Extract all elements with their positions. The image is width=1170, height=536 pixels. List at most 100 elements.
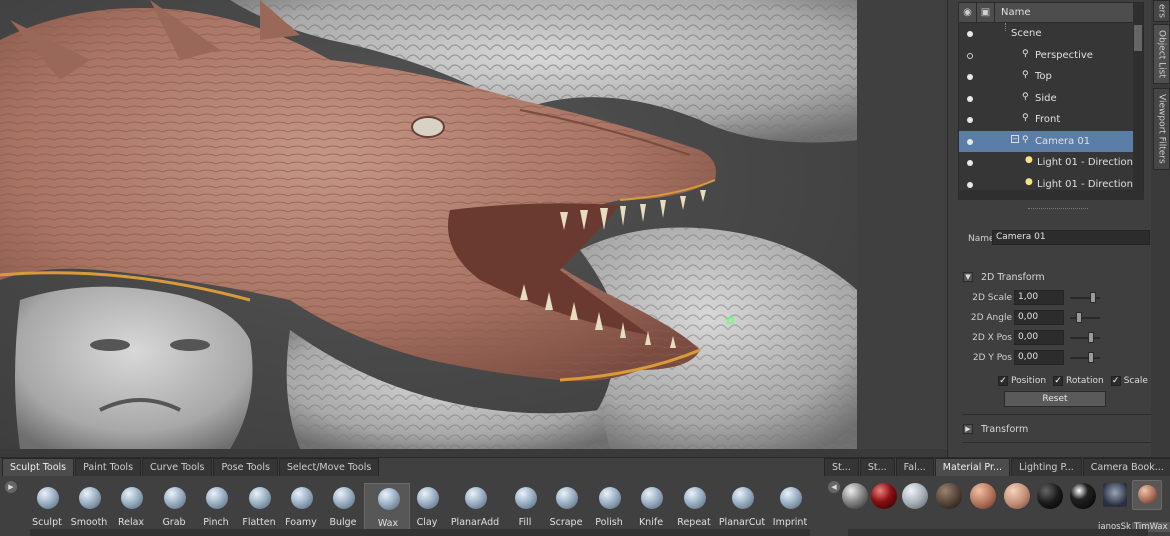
material-swatch-selected[interactable] [1132, 480, 1162, 510]
shelf-scroll-icon[interactable]: ▶ [5, 481, 17, 493]
panel-splitter[interactable] [1028, 208, 1088, 211]
slider-knob[interactable] [1088, 352, 1094, 363]
planaradd-icon [465, 487, 487, 509]
material-scrollbar[interactable] [848, 529, 1148, 536]
slider[interactable] [1070, 357, 1100, 359]
material-swatch[interactable] [902, 483, 928, 509]
rotation-checkbox[interactable]: ✓ Rotation [1053, 376, 1104, 386]
tool-planaradd[interactable]: PlanarAdd [451, 483, 499, 531]
expand-arrow-icon[interactable]: ▶ [963, 424, 973, 434]
slider-knob[interactable] [1088, 332, 1094, 343]
outliner-row-light-01[interactable]: ● Light 01 - Directional [959, 152, 1143, 174]
tab-falloff[interactable]: Fal... [895, 458, 934, 476]
slider[interactable] [1070, 317, 1100, 319]
smooth-icon [79, 487, 101, 509]
3d-viewport[interactable]: LEFT [0, 0, 857, 449]
material-swatch[interactable] [871, 483, 897, 509]
position-checkbox[interactable]: ✓ Position [998, 376, 1046, 386]
reset-button[interactable]: Reset [1004, 391, 1106, 407]
value-field[interactable]: 0,00 [1014, 330, 1064, 345]
fill-icon [515, 487, 537, 509]
eye-icon[interactable]: ◉ [959, 3, 977, 23]
camera-icon: ⚲ [1022, 134, 1029, 145]
check-icon[interactable]: ✓ [998, 376, 1008, 386]
outliner-row-front[interactable]: ⚲ Front [959, 109, 1143, 131]
visibility-dot[interactable] [967, 117, 973, 123]
name-field[interactable]: Camera 01 [992, 230, 1150, 245]
tab-st-1[interactable]: St... [824, 458, 859, 476]
material-swatch[interactable] [1070, 483, 1096, 509]
transform-checkboxes: ✓ Position ✓ Rotation ✓ Scale [998, 373, 1168, 389]
sculpt-render [0, 0, 857, 449]
slider-knob[interactable] [1076, 312, 1082, 323]
outliner-hscrollbar[interactable] [958, 190, 1144, 200]
tool-repeat[interactable]: Repeat [671, 483, 717, 531]
tab-camera-bookmarks[interactable]: Camera Book... [1082, 458, 1170, 476]
material-swatch[interactable] [970, 483, 996, 509]
viewport-edge [857, 0, 947, 449]
tab-object-list[interactable]: Object List [1153, 24, 1170, 84]
outliner-row-camera-01[interactable]: − ⚲ Camera 01 [959, 130, 1143, 152]
tab-paint-tools[interactable]: Paint Tools [75, 458, 142, 476]
slider[interactable] [1070, 337, 1100, 339]
shelf-scrollbar[interactable] [30, 529, 810, 536]
planarcut-icon [732, 487, 754, 509]
tool-clay[interactable]: Clay [404, 483, 450, 531]
tab-sculpt-tools[interactable]: Sculpt Tools [2, 458, 75, 476]
material-swatch[interactable] [1103, 483, 1127, 507]
outliner-row-top[interactable]: ⚲ Top [959, 66, 1143, 88]
visibility-dot[interactable] [967, 74, 973, 80]
tab-layers-partial[interactable]: ers [1153, 0, 1170, 22]
right-panel: ◉ ▣ Name Scene ⚲ Perspective ⚲ Top ⚲ Sid… [947, 0, 1170, 457]
wax-icon [378, 488, 400, 510]
tab-lighting-presets[interactable]: Lighting P... [1011, 458, 1082, 476]
clay-icon [417, 487, 439, 509]
imprint-icon [780, 487, 802, 509]
tab-st-2[interactable]: St... [859, 458, 895, 476]
slider-knob[interactable] [1090, 292, 1096, 303]
material-shelf: St... St... Fal... Material Pr... Lighti… [818, 457, 1170, 536]
tab-material-presets[interactable]: Material Pr... [934, 458, 1011, 476]
scale-checkbox[interactable]: ✓ Scale [1110, 376, 1148, 386]
check-icon[interactable]: ✓ [1110, 376, 1121, 386]
value-field[interactable]: 1,00 [1014, 290, 1064, 305]
section-2d-transform[interactable]: ▼ 2D Transform [963, 268, 1155, 286]
visibility-dot[interactable] [967, 95, 973, 102]
tab-select-move-tools[interactable]: Select/Move Tools [278, 458, 380, 476]
visibility-dot[interactable] [967, 160, 973, 166]
prop-2d-y-pos: 2D Y Pos 0,00 [958, 350, 1158, 368]
tool-planarcut[interactable]: PlanarCut [719, 483, 765, 531]
outliner-scrollbar[interactable] [1133, 3, 1143, 199]
section-transform[interactable]: ▶ Transform [963, 420, 1155, 438]
tool-imprint[interactable]: Imprint [767, 483, 813, 531]
material-swatch[interactable] [842, 483, 868, 509]
sculpt-icon [37, 487, 59, 509]
prop-2d-angle: 2D Angle 0,00 [958, 310, 1158, 328]
outliner-row-side[interactable]: ⚲ Side [959, 88, 1143, 110]
material-scroll-icon[interactable]: ◀ [828, 481, 840, 493]
visibility-dot[interactable] [967, 138, 973, 145]
visibility-dot[interactable] [967, 52, 973, 59]
material-swatch[interactable] [1004, 483, 1030, 509]
visibility-dot[interactable] [967, 181, 973, 188]
tab-viewport-filters[interactable]: Viewport Filters [1153, 88, 1170, 170]
outliner-row-scene[interactable]: Scene [959, 23, 1143, 45]
outliner-name-column[interactable]: Name [995, 7, 1031, 18]
repeat-icon [684, 487, 706, 509]
outliner-row-perspective[interactable]: ⚲ Perspective [959, 45, 1143, 67]
knife-icon [641, 487, 663, 509]
visibility-dot[interactable] [967, 31, 973, 37]
value-field[interactable]: 0,00 [1014, 310, 1064, 325]
tab-curve-tools[interactable]: Curve Tools [142, 458, 213, 476]
collapse-icon[interactable]: − [1011, 134, 1019, 143]
material-swatch[interactable] [936, 483, 962, 509]
name-label: Name [968, 234, 995, 244]
expand-arrow-icon[interactable]: ▼ [963, 272, 973, 282]
lock-icon[interactable]: ▣ [977, 3, 995, 23]
check-icon[interactable]: ✓ [1053, 376, 1064, 386]
material-swatch[interactable] [1037, 483, 1063, 509]
tab-pose-tools[interactable]: Pose Tools [213, 458, 278, 476]
polish-icon [599, 487, 621, 509]
value-field[interactable]: 0,00 [1014, 350, 1064, 365]
object-list-outliner[interactable]: ◉ ▣ Name Scene ⚲ Perspective ⚲ Top ⚲ Sid… [958, 2, 1144, 200]
